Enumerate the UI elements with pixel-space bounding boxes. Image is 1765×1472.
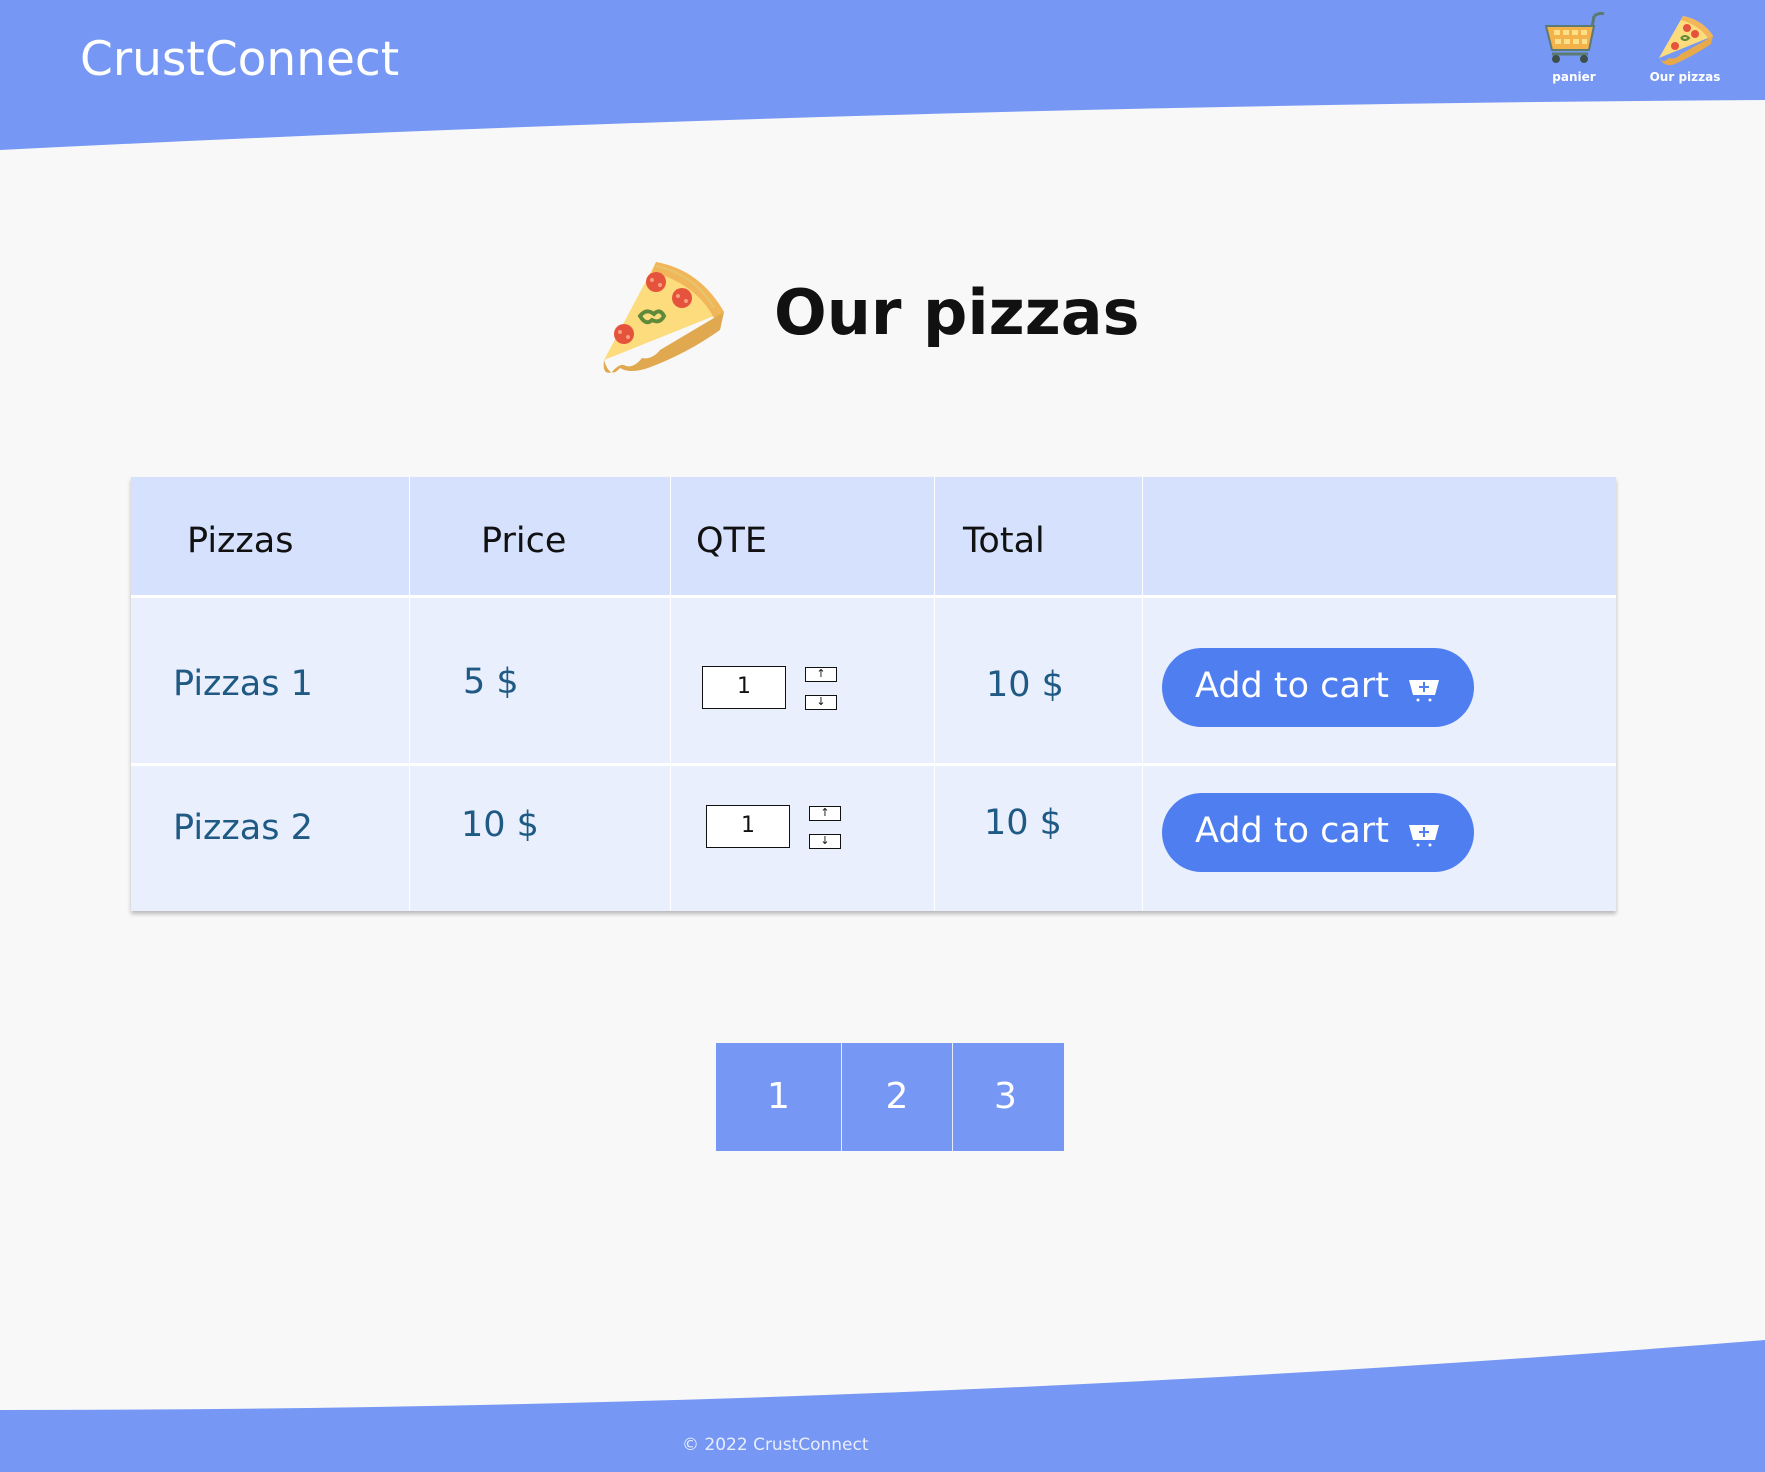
pizza-table: Pizzas Price QTE Total Pizzas 1 5 $ 1 ↑ … — [131, 477, 1616, 911]
column-divider — [670, 477, 671, 911]
column-header-qte: QTE — [696, 521, 768, 561]
copyright-text: © 2022 CrustConnect — [682, 1435, 869, 1455]
arrow-down-icon: ↓ — [820, 834, 830, 847]
page-button-2[interactable]: 2 — [842, 1043, 952, 1151]
table-row-2-name: Pizzas 2 — [173, 808, 313, 848]
quantity-increment-button-row-2[interactable]: ↑ — [809, 806, 841, 821]
quantity-input-row-1[interactable]: 1 — [702, 666, 786, 709]
table-header-row — [131, 477, 1616, 598]
nav-item-our-pizzas[interactable]: Our pizzas — [1640, 10, 1730, 84]
nav-label-our-pizzas: Our pizzas — [1649, 70, 1721, 84]
quantity-input-row-2[interactable]: 1 — [706, 805, 790, 848]
cart-add-icon — [1409, 825, 1439, 847]
page-heading: Our pizzas — [590, 250, 1190, 380]
column-header-total: Total — [963, 521, 1045, 561]
quantity-decrement-button-row-2[interactable]: ↓ — [809, 834, 841, 849]
quantity-increment-button-row-1[interactable]: ↑ — [805, 667, 837, 682]
footer: © 2022 CrustConnect — [0, 1340, 1765, 1472]
page-title: Our pizzas — [774, 276, 1140, 349]
footer-wave-background — [0, 1340, 1765, 1472]
table-row-2-total: 10 $ — [984, 803, 1062, 843]
pizza-slice-icon — [1659, 16, 1713, 66]
row-divider — [131, 763, 1616, 766]
shopping-cart-icon — [1544, 11, 1605, 63]
pagination: 1 2 3 — [716, 1043, 1064, 1151]
add-to-cart-button-row-2[interactable]: Add to cart — [1162, 793, 1474, 872]
nav-label-cart: panier — [1552, 70, 1596, 84]
top-header: CrustConnect panier Our pizzas — [0, 0, 1765, 150]
table-row-1-total: 10 $ — [986, 665, 1064, 705]
cart-add-icon — [1409, 680, 1439, 702]
table-row-1-name: Pizzas 1 — [173, 664, 313, 704]
arrow-up-icon: ↑ — [820, 806, 830, 819]
add-to-cart-label: Add to cart — [1195, 666, 1389, 706]
arrow-down-icon: ↓ — [816, 695, 826, 708]
page-button-1[interactable]: 1 — [716, 1043, 841, 1151]
quantity-decrement-button-row-1[interactable]: ↓ — [805, 695, 837, 710]
add-to-cart-button-row-1[interactable]: Add to cart — [1162, 648, 1474, 727]
nav-item-cart[interactable]: panier — [1529, 10, 1619, 84]
column-divider — [409, 477, 410, 911]
column-divider — [1142, 477, 1143, 911]
arrow-up-icon: ↑ — [816, 667, 826, 680]
table-row-2-price: 10 $ — [461, 805, 539, 845]
pizza-slice-icon — [603, 262, 724, 373]
add-to-cart-label: Add to cart — [1195, 811, 1389, 851]
brand-logo-text[interactable]: CrustConnect — [80, 32, 399, 87]
table-row-1-price: 5 $ — [463, 662, 519, 702]
page-button-3[interactable]: 3 — [953, 1043, 1058, 1151]
column-header-price: Price — [481, 521, 567, 561]
column-divider — [934, 477, 935, 911]
column-header-pizzas: Pizzas — [187, 521, 294, 561]
